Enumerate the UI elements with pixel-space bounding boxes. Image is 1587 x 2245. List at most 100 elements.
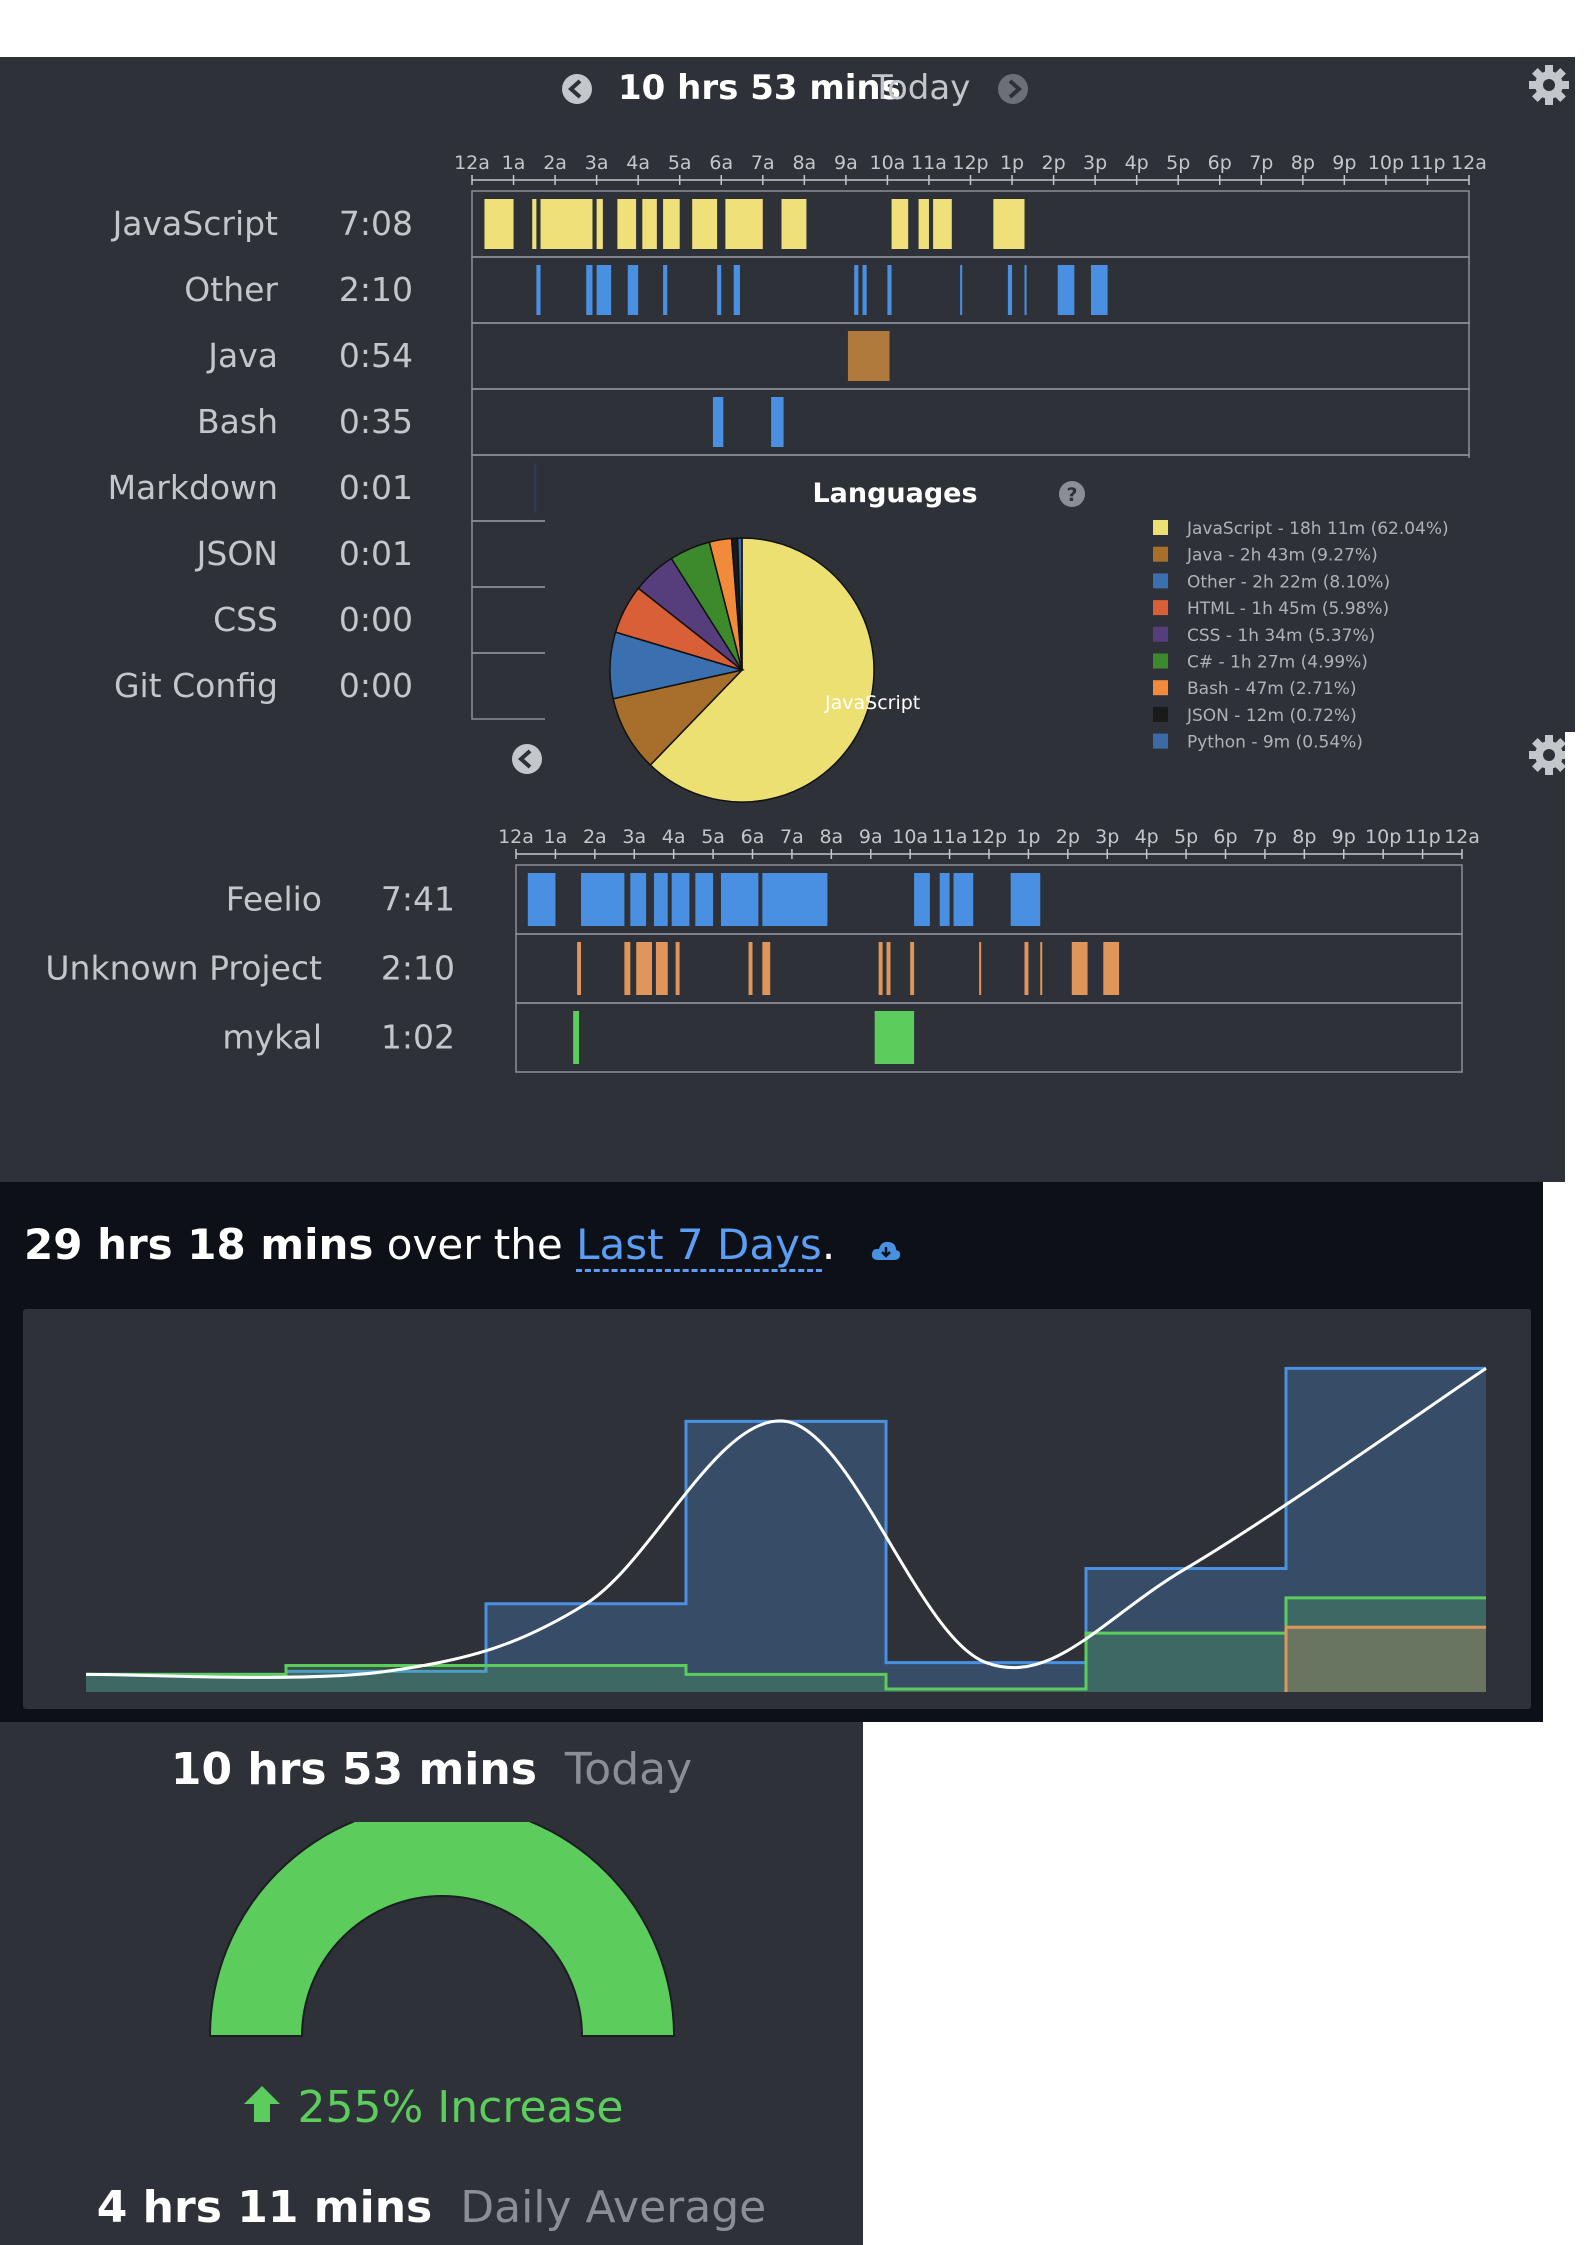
- languages_timeline-activity-bar[interactable]: [960, 265, 963, 315]
- languages_timeline-activity-bar[interactable]: [663, 265, 668, 315]
- projects_timeline-activity-bar[interactable]: [762, 942, 771, 995]
- languages_timeline-activity-bar[interactable]: [532, 199, 537, 249]
- projects_timeline-activity-bar[interactable]: [910, 942, 915, 995]
- languages_timeline-activity-bar[interactable]: [725, 199, 763, 249]
- projects_timeline-activity-bar[interactable]: [636, 942, 652, 995]
- languages_timeline-activity-bar[interactable]: [717, 265, 722, 315]
- projects_timeline-activity-bar[interactable]: [671, 873, 690, 926]
- prev-day-button-projects[interactable]: [512, 744, 542, 774]
- projects_timeline-activity-bar[interactable]: [573, 1011, 580, 1064]
- hour-tick: 10p: [1365, 826, 1401, 848]
- languages_timeline-activity-bar[interactable]: [1007, 265, 1013, 315]
- projects_timeline-activity-bar[interactable]: [1071, 942, 1088, 995]
- languages_timeline-activity-bar[interactable]: [663, 199, 680, 249]
- languages_timeline-activity-bar[interactable]: [771, 397, 784, 447]
- languages_timeline-activity-bar[interactable]: [733, 265, 740, 315]
- languages_timeline-activity-bar[interactable]: [918, 199, 929, 249]
- languages_timeline-activity-bar[interactable]: [887, 265, 892, 315]
- languages_timeline-activity-bar[interactable]: [534, 463, 537, 513]
- projects_timeline-activity-bar[interactable]: [979, 942, 982, 995]
- projects_timeline-activity-bar[interactable]: [939, 873, 950, 926]
- projects_timeline-activity-bar[interactable]: [720, 873, 759, 926]
- languages_timeline-activity-bar[interactable]: [627, 265, 639, 315]
- languages_timeline-activity-bar[interactable]: [692, 199, 718, 249]
- legend-label: C# - 1h 27m (4.99%): [1187, 653, 1368, 673]
- languages_timeline-activity-bar[interactable]: [712, 397, 724, 447]
- languages_timeline-activity-bar[interactable]: [1057, 265, 1075, 315]
- projects_timeline-activity-bar[interactable]: [878, 942, 883, 995]
- hour-tick: 12a: [498, 826, 534, 848]
- languages_timeline-activity-bar[interactable]: [993, 199, 1025, 249]
- hour-tick: 3p: [1095, 826, 1119, 848]
- projects_timeline-activity-bar[interactable]: [914, 873, 930, 926]
- hour-tick: 10a: [870, 152, 906, 174]
- languages_timeline-activity-bar[interactable]: [1090, 265, 1108, 315]
- hour-tick: 3a: [622, 826, 646, 848]
- legend-swatch: [1153, 573, 1168, 589]
- languages_timeline-row-frame: [471, 256, 1470, 324]
- download-icon[interactable]: [871, 1223, 901, 1272]
- weekly-chart-card: [23, 1309, 1531, 1709]
- languages_timeline-activity-bar[interactable]: [1024, 265, 1027, 315]
- legend-label: Java - 2h 43m (9.27%): [1186, 546, 1378, 566]
- hour-tick: 1a: [544, 826, 568, 848]
- pie-slice-label: JavaScript: [824, 692, 920, 714]
- day-duration: 10 hrs 53 mins: [618, 68, 901, 108]
- weekly-duration: 29 hrs 18 mins: [24, 1220, 374, 1269]
- legend-swatch: [1153, 706, 1168, 722]
- hour-tick: 4a: [662, 826, 686, 848]
- legend-label: HTML - 1h 45m (5.98%): [1187, 599, 1389, 619]
- projects_timeline-activity-bar[interactable]: [577, 942, 582, 995]
- projects_timeline-total: 2:10: [381, 949, 455, 988]
- languages_timeline-activity-bar[interactable]: [862, 265, 867, 315]
- projects_timeline-activity-bar[interactable]: [874, 1011, 915, 1064]
- projects_timeline-activity-bar[interactable]: [675, 942, 680, 995]
- projects_timeline-activity-bar[interactable]: [953, 873, 974, 926]
- projects_timeline-activity-bar[interactable]: [624, 942, 631, 995]
- projects_timeline-activity-bar[interactable]: [1040, 942, 1043, 995]
- languages_timeline-activity-bar[interactable]: [891, 199, 909, 249]
- hour-tick: 11a: [932, 826, 968, 848]
- legend-swatch: [1153, 680, 1168, 696]
- languages_timeline-activity-bar[interactable]: [854, 265, 859, 315]
- projects_timeline-activity-bar[interactable]: [581, 873, 625, 926]
- hour-tick: 12a: [454, 152, 490, 174]
- projects_timeline-activity-bar[interactable]: [748, 942, 753, 995]
- languages_timeline-activity-bar[interactable]: [586, 265, 593, 315]
- projects_timeline-activity-bar[interactable]: [1010, 873, 1041, 926]
- projects_timeline-activity-bar[interactable]: [630, 873, 647, 926]
- languages_timeline-activity-bar[interactable]: [933, 199, 952, 249]
- projects_timeline-activity-bar[interactable]: [695, 873, 714, 926]
- projects_timeline-activity-bar[interactable]: [527, 873, 556, 926]
- projects_timeline-activity-bar[interactable]: [1103, 942, 1120, 995]
- prev-day-button[interactable]: [562, 74, 592, 104]
- languages_timeline-activity-bar[interactable]: [596, 199, 603, 249]
- avg-label: Daily Average: [460, 2182, 767, 2233]
- projects_timeline-total: 7:41: [381, 880, 455, 919]
- languages_timeline-activity-bar[interactable]: [536, 265, 541, 315]
- languages_timeline-name: Markdown: [108, 468, 278, 507]
- languages_timeline-activity-bar[interactable]: [642, 199, 657, 249]
- languages_timeline-activity-bar[interactable]: [540, 199, 593, 249]
- hour-tick: 9p: [1332, 826, 1356, 848]
- languages_timeline-name: JavaScript: [111, 204, 278, 243]
- gear-icon[interactable]: [1529, 65, 1569, 105]
- arrow-up-icon: [240, 2082, 284, 2137]
- range-link[interactable]: Last 7 Days: [576, 1220, 822, 1272]
- languages_timeline-activity-bar[interactable]: [617, 199, 637, 249]
- projects_timeline-activity-bar[interactable]: [653, 873, 668, 926]
- gear-icon[interactable]: [1529, 735, 1565, 775]
- languages_timeline-activity-bar[interactable]: [847, 331, 890, 381]
- projects_timeline-activity-bar[interactable]: [762, 873, 828, 926]
- legend-label: CSS - 1h 34m (5.37%): [1187, 626, 1375, 646]
- languages_timeline-activity-bar[interactable]: [596, 265, 612, 315]
- hour-tick: 4p: [1135, 826, 1159, 848]
- help-icon[interactable]: ?: [1059, 481, 1085, 507]
- projects_timeline-activity-bar[interactable]: [1024, 942, 1029, 995]
- next-day-button[interactable]: [998, 74, 1028, 104]
- projects_timeline-activity-bar[interactable]: [886, 942, 891, 995]
- projects_timeline-activity-bar[interactable]: [655, 942, 668, 995]
- languages_timeline-activity-bar[interactable]: [484, 199, 514, 249]
- hour-tick: 2a: [583, 826, 607, 848]
- languages_timeline-activity-bar[interactable]: [781, 199, 807, 249]
